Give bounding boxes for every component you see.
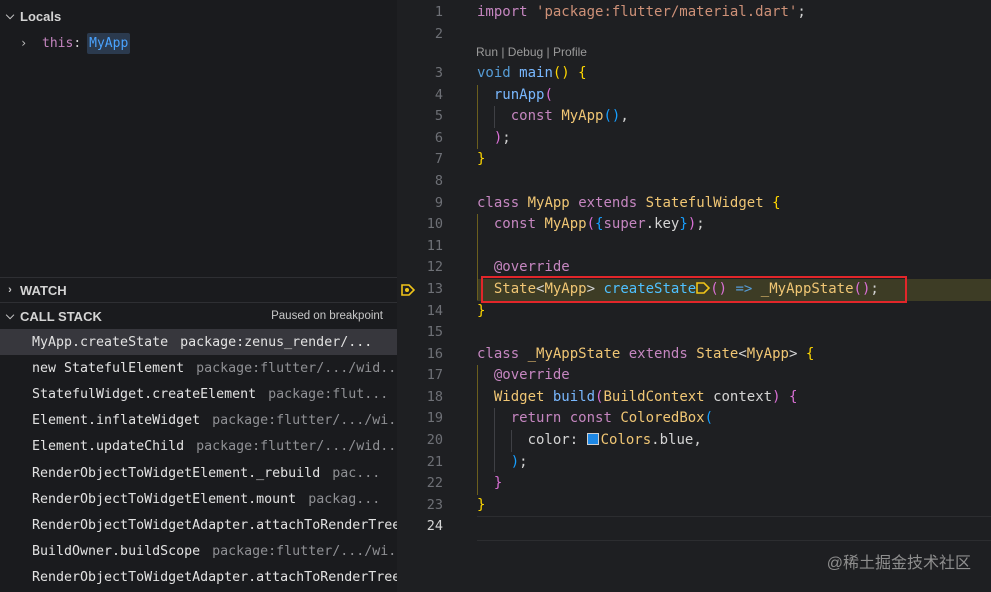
line-number: 20: [426, 432, 443, 448]
line-number: 4: [434, 87, 443, 103]
line-number: 14: [426, 303, 443, 319]
locals-section-header[interactable]: ⌵ Locals: [0, 4, 397, 28]
frame-function: RenderObjectToWidgetAdapter.attachToRend…: [32, 570, 397, 586]
variable-value: MyApp: [87, 32, 131, 54]
line-number: 11: [426, 238, 443, 254]
code-line-6: );: [493, 130, 511, 146]
stack-frame[interactable]: StatefulWidget.createElement package:flut…: [0, 381, 397, 407]
codelens-run-debug-profile[interactable]: Run | Debug | Profile: [476, 45, 587, 59]
code-line-22: }: [493, 475, 503, 491]
frame-function: MyApp.createState: [32, 334, 169, 350]
stack-frame[interactable]: Element.inflateWidget package:flutter/...…: [0, 408, 397, 434]
line-number: 19: [426, 410, 443, 426]
watch-title: WATCH: [20, 282, 67, 298]
debug-status: Paused on breakpoint: [271, 310, 383, 322]
code-line-18: Widget build(BuildContext context) {: [493, 389, 798, 405]
line-number: 9: [434, 195, 443, 211]
call-stack-title: CALL STACK: [20, 308, 102, 324]
stack-frame[interactable]: RenderObjectToWidgetAdapter.attachToRend…: [0, 512, 397, 538]
code-line-17: @override: [493, 367, 570, 383]
line-number: 1: [434, 4, 443, 20]
code-line-14: }: [477, 303, 486, 319]
color-swatch-blue[interactable]: [586, 433, 599, 445]
frame-function: StatefulWidget.createElement: [32, 386, 257, 402]
line-number: 16: [426, 346, 443, 362]
call-stack-list: MyApp.createState package:zenus_render/..…: [0, 329, 397, 591]
section-divider: [0, 302, 397, 303]
chevron-down-icon: ⌵: [5, 9, 15, 22]
code-line-23: }: [477, 497, 486, 513]
code-line-3: void main() {: [477, 65, 587, 81]
frame-function: RenderObjectToWidgetAdapter.attachToRend…: [32, 517, 397, 533]
vscode-window: ⌵ Locals › this : MyApp › WATCH ⌵ CALL S…: [0, 0, 991, 592]
debug-sidebar: ⌵ Locals › this : MyApp › WATCH ⌵ CALL S…: [0, 0, 397, 592]
code-line-21: );: [510, 454, 528, 470]
frame-function: Element.updateChild: [32, 439, 185, 455]
frame-source: package:flutter/.../wid...: [196, 360, 397, 376]
line-number: 10: [426, 216, 443, 232]
line-number: 15: [426, 324, 443, 340]
stack-frame[interactable]: MyApp.createState package:zenus_render/..…: [0, 329, 397, 356]
line-number: 7: [434, 151, 443, 167]
frame-source: package:flutter/.../wid...: [196, 439, 397, 455]
frame-source: package:flutter/.../wi...: [212, 413, 397, 429]
chevron-right-icon: ›: [8, 284, 12, 296]
line-number: 5: [434, 108, 443, 124]
frame-source: packag...: [308, 491, 381, 507]
line-number: 8: [434, 173, 443, 189]
frame-function: Element.inflateWidget: [32, 413, 201, 429]
line-number: 17: [426, 367, 443, 383]
code-line-20: color: Colors.blue,: [527, 432, 702, 448]
stack-frame[interactable]: RenderObjectToWidgetElement.mount packag.…: [0, 486, 397, 512]
frame-function: RenderObjectToWidgetElement.mount: [32, 491, 297, 507]
watch-section-header[interactable]: › WATCH: [0, 278, 397, 302]
frame-function: RenderObjectToWidgetElement._rebuild: [32, 465, 321, 481]
code-line-4: runApp(: [493, 87, 553, 103]
line-number: 6: [434, 130, 443, 146]
variable-name: this: [42, 35, 74, 51]
watermark: @稀土掘金技术社区: [826, 555, 971, 572]
locals-title: Locals: [20, 8, 62, 24]
line-number: 18: [426, 389, 443, 405]
code-line-10: const MyApp({super.key});: [493, 216, 705, 232]
chevron-down-icon: ⌵: [5, 309, 15, 322]
line-number: 13: [426, 281, 443, 297]
line-number: 12: [426, 259, 443, 275]
locals-variable-this[interactable]: › this : MyApp: [0, 30, 397, 56]
code-line-9: class MyApp extends StatefulWidget {: [477, 195, 781, 211]
stack-frame[interactable]: BuildOwner.buildScope package:flutter/...…: [0, 539, 397, 565]
stack-frame[interactable]: RenderObjectToWidgetElement._rebuild pac.…: [0, 460, 397, 486]
line-number-current: 24: [426, 518, 443, 534]
code-line-7: }: [477, 151, 486, 167]
highlight-annotation-box: [481, 276, 907, 303]
line-number: 23: [426, 497, 443, 513]
stack-frame[interactable]: new StatefulElement package:flutter/.../w…: [0, 355, 397, 381]
call-stack-section-header[interactable]: ⌵ CALL STACK Paused on breakpoint: [0, 304, 397, 328]
stack-frame[interactable]: Element.updateChild package:flutter/.../w…: [0, 434, 397, 460]
frame-source: package:flut...: [268, 386, 389, 402]
frame-function: new StatefulElement: [32, 360, 185, 376]
stack-frame[interactable]: RenderObjectToWidgetAdapter.attachToRend…: [0, 565, 397, 591]
cursor-line-highlight: [477, 516, 991, 541]
frame-function: BuildOwner.buildScope: [32, 544, 201, 560]
code-line-19: return const ColoredBox(: [510, 410, 714, 426]
line-number-gutter[interactable]: 1 2 3 4 5 6 7 8 9 10 11 12 13 14 15 16 1…: [397, 0, 457, 592]
line-number: 3: [434, 65, 443, 81]
code-editor[interactable]: 1 2 3 4 5 6 7 8 9 10 11 12 13 14 15 16 1…: [397, 0, 991, 592]
frame-source: package:flutter/.../wi...: [212, 544, 397, 560]
variable-colon: :: [73, 35, 82, 51]
chevron-right-icon: ›: [20, 36, 28, 50]
frame-source: pac...: [332, 465, 381, 481]
code-line-16: class _MyAppState extends State<MyApp> {: [477, 346, 815, 362]
line-number: 21: [426, 454, 443, 470]
code-line-5: const MyApp(),: [510, 108, 629, 124]
frame-source: package:zenus_render/...: [180, 334, 373, 350]
code-line-1: import 'package:flutter/material.dart';: [477, 4, 806, 20]
line-number: 22: [426, 475, 443, 491]
line-number: 2: [434, 26, 443, 42]
